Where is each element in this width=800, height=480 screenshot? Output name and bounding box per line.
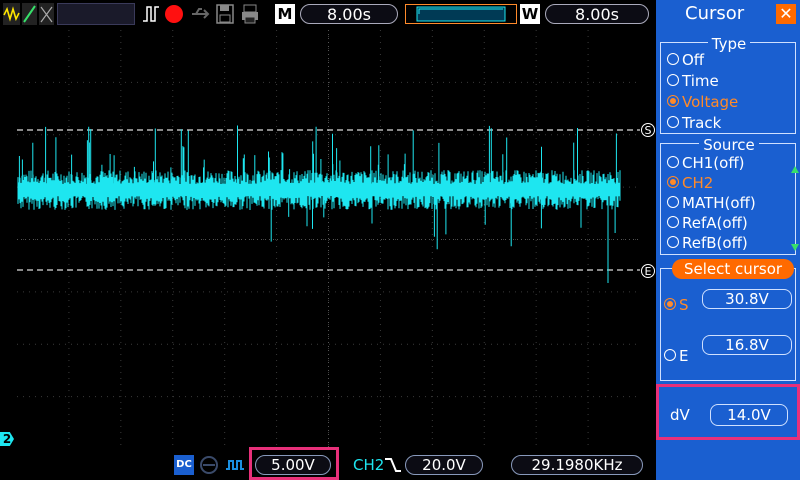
type-group-title: Type	[707, 35, 751, 53]
cursor-s-option[interactable]: S	[664, 296, 689, 314]
scroll-up-icon[interactable]	[791, 166, 799, 173]
option-label: Track	[682, 114, 722, 132]
source-option-refa[interactable]: RefA(off)	[667, 214, 748, 232]
cursor-e-marker[interactable]: E	[641, 264, 655, 278]
radio-icon	[667, 156, 679, 168]
scope-screen[interactable]	[17, 30, 640, 449]
select-cursor-title: Select cursor	[672, 259, 794, 279]
source-option-math[interactable]: MATH(off)	[667, 194, 756, 212]
radio-icon	[667, 116, 679, 128]
option-label: CH2	[682, 174, 714, 192]
cursor-s-label: S	[644, 124, 652, 137]
source-group-title: Source	[699, 136, 759, 154]
source-option-ch2[interactable]: CH2	[667, 174, 713, 192]
radio-selected-icon	[667, 95, 679, 107]
source-option-refb[interactable]: RefB(off)	[667, 234, 748, 252]
radio-icon	[664, 349, 676, 361]
option-label: E	[679, 347, 689, 365]
delta-label: dV	[670, 406, 690, 424]
type-option-voltage[interactable]: Voltage	[667, 93, 738, 111]
window-time-display[interactable]: 8.00s	[545, 4, 649, 24]
line-mode-icon[interactable]	[22, 3, 37, 25]
dc-coupling-icon[interactable]: DC	[174, 455, 194, 475]
option-label: Off	[682, 51, 705, 69]
radio-icon	[667, 236, 679, 248]
time-base-display[interactable]: 8.00s	[300, 4, 398, 24]
type-option-track[interactable]: Track	[667, 114, 721, 132]
option-label: Voltage	[682, 93, 739, 111]
type-option-time[interactable]: Time	[667, 72, 719, 90]
option-label: CH1(off)	[682, 154, 745, 172]
channel-2-marker[interactable]: 2	[0, 432, 14, 446]
radio-selected-icon	[664, 298, 676, 310]
radio-selected-icon	[667, 176, 679, 188]
window-label[interactable]: W	[520, 4, 540, 24]
waveform-icon[interactable]	[3, 3, 20, 25]
scroll-down-icon[interactable]	[791, 244, 799, 251]
channel-2-trace	[17, 125, 621, 283]
panel-title: Cursor	[685, 3, 745, 24]
trigger-edge-icon[interactable]	[384, 456, 402, 474]
cursor-s-value[interactable]: 30.8V	[702, 289, 792, 309]
run-stop-icon[interactable]	[163, 3, 185, 25]
cursor-e-value[interactable]: 16.8V	[702, 335, 792, 355]
type-group: Type Off Time Voltage Track	[660, 35, 796, 134]
bottom-status-bar: DC 5.00V CH2 20.0V 29.1980KHz	[0, 450, 656, 480]
radio-icon	[667, 53, 679, 65]
memory-window-bar[interactable]	[405, 3, 517, 25]
option-label: RefB(off)	[682, 234, 748, 252]
source-option-ch1[interactable]: CH1(off)	[667, 154, 745, 172]
volts-per-div-display[interactable]: 5.00V	[255, 455, 331, 475]
usb-icon[interactable]	[190, 3, 212, 25]
type-option-off[interactable]: Off	[667, 51, 704, 69]
top-toolbar: M 8.00s W 8.00s	[0, 0, 656, 28]
option-label: RefA(off)	[682, 214, 748, 232]
cursor-e-label: E	[644, 265, 652, 278]
radio-icon	[667, 216, 679, 228]
frequency-display: 29.1980KHz	[511, 455, 643, 475]
points-mode-icon[interactable]	[39, 3, 54, 25]
trigger-source-label[interactable]: CH2	[353, 456, 384, 474]
option-label: MATH(off)	[682, 194, 756, 212]
delta-readout-area: dV 14.0V	[656, 384, 800, 480]
radio-icon	[667, 196, 679, 208]
status-display	[57, 3, 135, 25]
cursor-s-marker[interactable]: S	[641, 123, 655, 137]
trigger-mode-icon[interactable]	[142, 3, 160, 25]
trigger-level-display[interactable]: 20.0V	[405, 455, 483, 475]
invert-icon[interactable]	[224, 455, 246, 475]
mode-label[interactable]: M	[275, 4, 295, 24]
save-icon[interactable]	[215, 3, 235, 25]
source-group: Source CH1(off) CH2 MATH(off) RefA(off) …	[660, 136, 799, 255]
channel-marker-label: 2	[2, 432, 12, 446]
option-label: S	[679, 296, 689, 314]
panel-header: Cursor ✕	[656, 0, 800, 28]
bandwidth-limit-icon[interactable]	[199, 455, 219, 475]
radio-icon	[667, 74, 679, 86]
print-icon[interactable]	[240, 3, 260, 25]
coupling-label: DC	[176, 459, 192, 470]
close-icon[interactable]: ✕	[776, 4, 796, 24]
cursor-e-option[interactable]: E	[664, 347, 688, 365]
waveform-display	[17, 30, 640, 449]
option-label: Time	[682, 72, 719, 90]
delta-value: 14.0V	[710, 404, 788, 426]
